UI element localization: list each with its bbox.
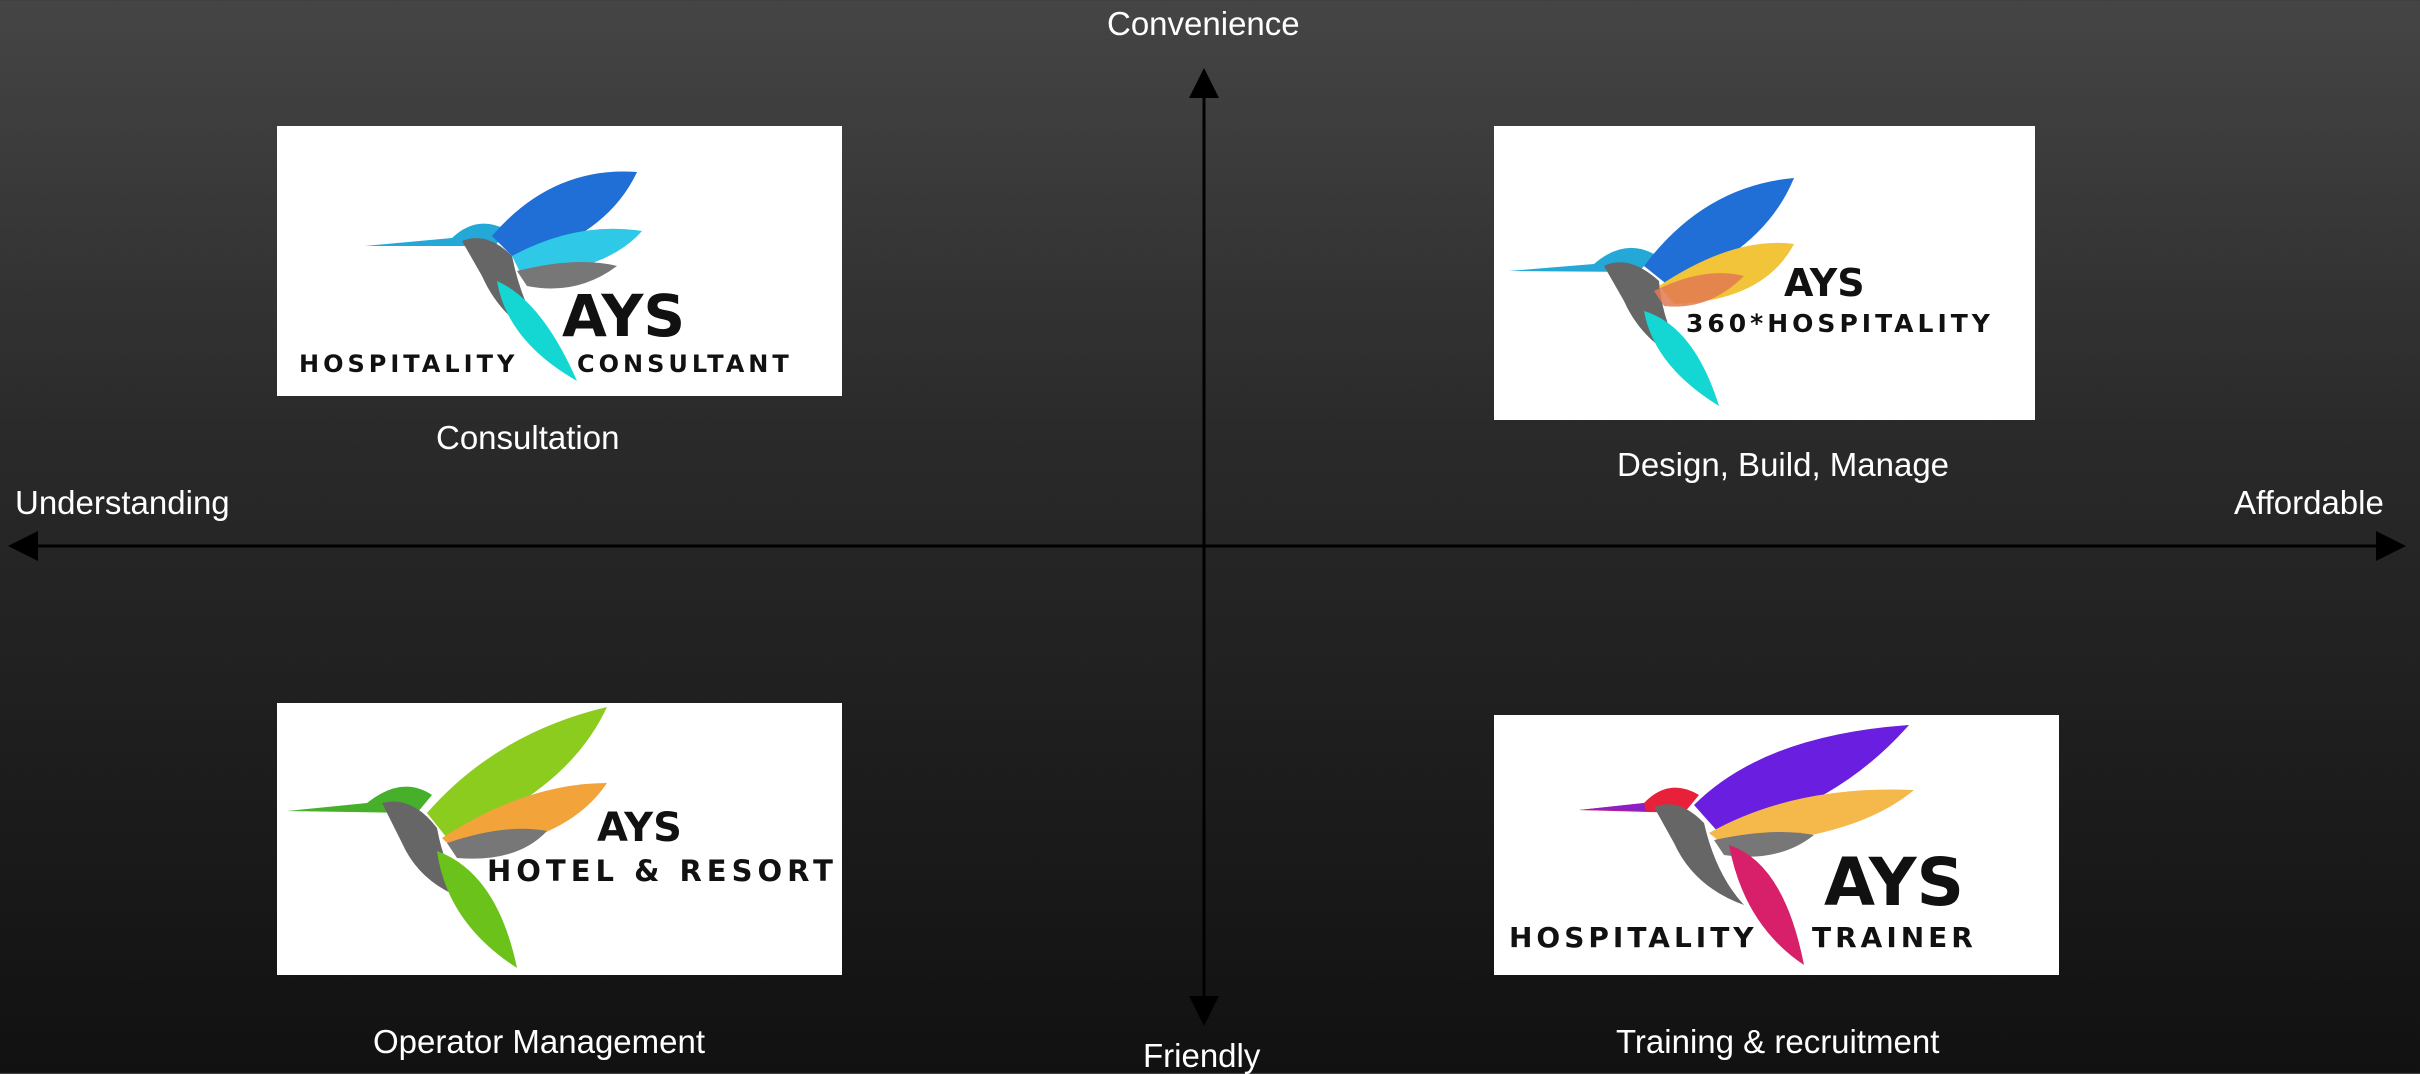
hummingbird-logo: AYS 360*HOSPITALITY [1509, 178, 1994, 406]
svg-text:CONSULTANT: CONSULTANT [577, 350, 793, 378]
axis-label-right: Affordable [2234, 484, 2384, 521]
hummingbird-logo: AYS HOSPITALITY CONSULTANT [299, 171, 793, 381]
logo-hospitality-consultant: AYS HOSPITALITY CONSULTANT [277, 126, 842, 396]
svg-text:HOTEL & RESORT: HOTEL & RESORT [487, 854, 838, 888]
svg-text:AYS: AYS [562, 282, 685, 350]
caption-training-recruitment: Training & recruitment [1616, 1023, 1940, 1060]
caption-operator-management: Operator Management [373, 1023, 706, 1060]
logo-hotel-resort: AYS HOTEL & RESORT [277, 703, 842, 975]
svg-text:HOSPITALITY: HOSPITALITY [299, 350, 518, 378]
caption-design-build-manage: Design, Build, Manage [1617, 446, 1950, 483]
svg-text:360*HOSPITALITY: 360*HOSPITALITY [1686, 309, 1994, 338]
logo-hospitality-trainer: AYS HOSPITALITY TRAINER [1494, 715, 2059, 975]
logo-360-hospitality: AYS 360*HOSPITALITY [1494, 126, 2035, 420]
axis-label-bottom: Friendly [1143, 1037, 1261, 1074]
svg-text:AYS: AYS [1784, 261, 1865, 305]
hummingbird-logo: AYS HOSPITALITY TRAINER [1509, 725, 1977, 965]
caption-consultation: Consultation [436, 419, 620, 456]
hummingbird-logo: AYS HOTEL & RESORT [287, 707, 838, 968]
svg-text:HOSPITALITY: HOSPITALITY [1509, 921, 1758, 954]
svg-text:AYS: AYS [597, 805, 682, 851]
axis-label-top: Convenience [1107, 5, 1300, 42]
svg-text:TRAINER: TRAINER [1812, 921, 1977, 954]
svg-text:AYS: AYS [1824, 844, 1964, 921]
axis-label-left: Understanding [15, 484, 230, 521]
